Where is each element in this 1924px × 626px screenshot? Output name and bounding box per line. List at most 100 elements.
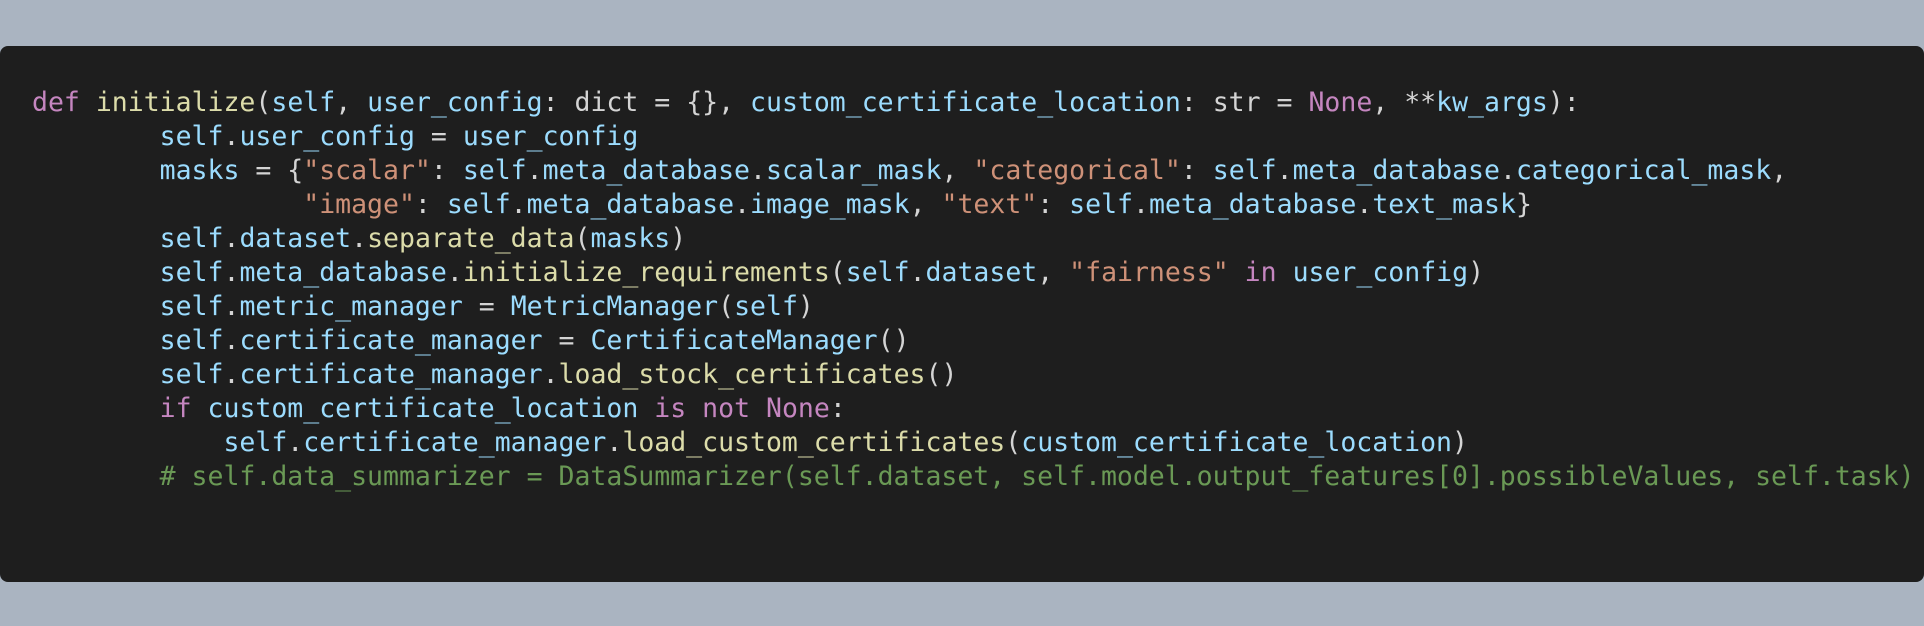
code-token: .	[223, 257, 240, 288]
code-token: self	[446, 189, 511, 220]
code-line: self.certificate_manager = CertificateMa…	[32, 324, 1924, 358]
code-token: meta_database	[1292, 155, 1500, 186]
code-token: (	[255, 87, 272, 118]
code-token: initialize	[95, 87, 256, 118]
code-token: .	[542, 359, 559, 390]
code-token: scalar_mask	[766, 155, 942, 186]
code-token: : dict = {},	[542, 87, 751, 118]
code-token: ,	[909, 189, 942, 220]
code-token: ()	[925, 359, 958, 390]
code-token: .	[223, 359, 240, 390]
code-token: self	[159, 121, 224, 152]
code-token: self	[159, 325, 224, 356]
code-token: self	[159, 223, 224, 254]
code-line: self.dataset.separate_data(masks)	[32, 222, 1924, 256]
code-token: ,	[1037, 257, 1070, 288]
code-token: None	[766, 393, 830, 424]
code-token: :	[829, 393, 846, 424]
code-token: : str =	[1180, 87, 1309, 118]
code-token: )	[1452, 427, 1468, 458]
code-token: separate_data	[367, 223, 575, 254]
code-token: self	[462, 155, 527, 186]
code-token: (	[829, 257, 846, 288]
code-token: dataset	[925, 257, 1038, 288]
code-token: self	[223, 427, 288, 458]
code-token: .	[1276, 155, 1293, 186]
code-token: in	[1244, 257, 1277, 288]
code-line: self.metric_manager = MetricManager(self…	[32, 290, 1924, 324]
code-line: "image": self.meta_database.image_mask, …	[32, 188, 1924, 222]
code-token: .	[750, 155, 766, 186]
code-token: meta_database	[526, 189, 735, 220]
code-token: self	[845, 257, 910, 288]
code-token: .	[510, 189, 527, 220]
code-token: )	[670, 223, 687, 254]
code-token: not	[702, 393, 751, 424]
code-token: self	[159, 359, 224, 390]
code-token: load_custom_certificates	[622, 427, 1006, 458]
code-line: self.meta_database.initialize_requiremen…	[32, 256, 1924, 290]
code-token: user_config	[462, 121, 639, 152]
code-token: load_stock_certificates	[558, 359, 926, 390]
code-token: if	[159, 393, 192, 424]
code-token: .	[223, 121, 240, 152]
code-token: :	[414, 189, 447, 220]
code-token: custom_certificate_location	[207, 393, 639, 424]
code-token: None	[1308, 87, 1373, 118]
code-token: def	[32, 87, 80, 118]
code-token: user_config	[367, 87, 543, 118]
code-token: ):	[1547, 87, 1580, 118]
code-token: .	[287, 427, 304, 458]
code-token: .	[606, 427, 623, 458]
code-token: )	[797, 291, 814, 322]
code-token: custom_certificate_location	[750, 87, 1181, 118]
code-token: kw_args	[1436, 87, 1548, 118]
code-token: :	[430, 155, 463, 186]
code-token: .	[1499, 155, 1516, 186]
code-token: ,	[941, 155, 974, 186]
code-token: masks	[159, 155, 240, 186]
code-token: .	[1356, 189, 1373, 220]
code-token: =	[542, 325, 591, 356]
code-token: categorical_mask	[1515, 155, 1772, 186]
code-line: self.certificate_manager.load_stock_cert…	[32, 358, 1924, 392]
code-block: def initialize(self, user_config: dict =…	[0, 46, 1924, 582]
code-token: masks	[590, 223, 671, 254]
code-token: certificate_manager	[303, 427, 607, 458]
code-line: def initialize(self, user_config: dict =…	[32, 86, 1924, 120]
code-token: certificate_manager	[239, 359, 543, 390]
code-line: if custom_certificate_location is not No…	[32, 392, 1924, 426]
code-token: .	[223, 223, 240, 254]
code-token: "scalar"	[303, 155, 431, 186]
code-token: .	[909, 257, 926, 288]
code-token: self	[1069, 189, 1133, 220]
code-token: (	[574, 223, 591, 254]
code-token: ()	[877, 325, 910, 356]
code-token: .	[446, 257, 463, 288]
code-line: masks = {"scalar": self.meta_database.sc…	[32, 154, 1924, 188]
code-token: self	[271, 87, 336, 118]
code-token: (	[718, 291, 735, 322]
code-token: # self.data_summarizer = DataSummarizer(…	[159, 461, 1915, 492]
code-token: "categorical"	[973, 155, 1181, 186]
code-token: user_config	[239, 121, 415, 152]
code-token: certificate_manager	[239, 325, 543, 356]
code-token: :	[1037, 189, 1070, 220]
code-token: text_mask	[1372, 189, 1516, 220]
code-token: , **	[1372, 87, 1437, 118]
